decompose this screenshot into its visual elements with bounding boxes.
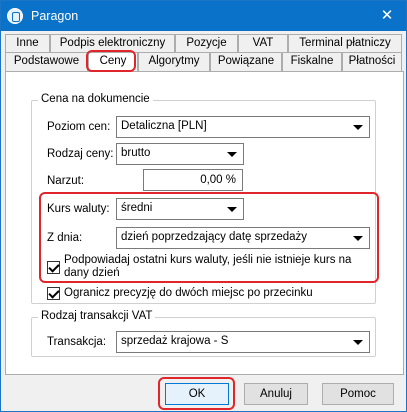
- narzut-input[interactable]: 0,00 %: [143, 169, 243, 191]
- title-bar: Paragon ✕: [1, 1, 406, 31]
- poziom-cen-select[interactable]: Detaliczna [PLN]: [116, 116, 370, 138]
- z-dnia-label: Z dnia:: [47, 232, 83, 244]
- tab-inne[interactable]: Inne: [5, 34, 50, 53]
- dialog-window: Paragon ✕ Inne Podpis elektroniczny Pozy…: [0, 0, 407, 412]
- transakcja-value: sprzedaż krajowa - S: [121, 335, 229, 347]
- tab-pozycje[interactable]: Pozycje: [175, 34, 238, 53]
- help-button[interactable]: Pomoc: [322, 383, 394, 405]
- tab-vat[interactable]: VAT: [238, 34, 288, 53]
- tab-podstawowe[interactable]: Podstawowe: [5, 52, 88, 71]
- precision-checkbox[interactable]: [47, 287, 60, 300]
- narzut-label: Narzut:: [47, 175, 85, 187]
- tab-terminal-platniczy[interactable]: Terminal płatniczy: [288, 34, 402, 53]
- kurs-waluty-value: średni: [121, 202, 153, 214]
- z-dnia-select[interactable]: dzień poprzedzający datę sprzedaży: [116, 227, 370, 249]
- tab-powiazane[interactable]: Powiązane: [210, 52, 282, 71]
- chevron-down-icon: [227, 207, 237, 212]
- tab-platnosci[interactable]: Płatności: [342, 52, 402, 71]
- tab-algorytmy[interactable]: Algorytmy: [138, 52, 210, 71]
- tab-podpis-elektroniczny[interactable]: Podpis elektroniczny: [50, 34, 175, 53]
- rodzaj-ceny-label: Rodzaj ceny:: [47, 148, 114, 160]
- price-group-title: Cena na dokumencie: [38, 93, 153, 105]
- tab-ceny[interactable]: Ceny: [88, 52, 138, 72]
- poziom-cen-value: Detaliczna [PLN]: [121, 120, 207, 132]
- window-title: Paragon: [31, 9, 79, 23]
- rodzaj-ceny-value: brutto: [121, 147, 151, 159]
- suggest-rate-checkbox[interactable]: [47, 261, 60, 274]
- tab-content-panel: Cena na dokumencie Poziom cen: Detaliczn…: [5, 71, 404, 375]
- poziom-cen-label: Poziom cen:: [47, 121, 111, 133]
- vat-group-title: Rodzaj transakcji VAT: [38, 310, 156, 322]
- tab-fiskalne[interactable]: Fiskalne: [282, 52, 342, 71]
- z-dnia-value: dzień poprzedzający datę sprzedaży: [121, 231, 308, 243]
- app-icon: [7, 8, 23, 24]
- rodzaj-ceny-select[interactable]: brutto: [116, 143, 244, 165]
- chevron-down-icon: [227, 152, 237, 157]
- ok-button[interactable]: OK: [165, 383, 229, 405]
- chevron-down-icon: [353, 236, 363, 241]
- transakcja-label: Transakcja:: [47, 336, 107, 348]
- chevron-down-icon: [353, 125, 363, 130]
- transakcja-select[interactable]: sprzedaż krajowa - S: [116, 331, 370, 353]
- precision-label: Ogranicz precyzję do dwóch miejsc po prz…: [64, 287, 313, 299]
- suggest-rate-label-line2: dany dzień: [64, 267, 120, 279]
- kurs-waluty-label: Kurs waluty:: [47, 203, 110, 215]
- suggest-rate-label-line1: Podpowiadaj ostatni kurs waluty, jeśli n…: [64, 254, 352, 266]
- kurs-waluty-select[interactable]: średni: [116, 198, 244, 220]
- cancel-button[interactable]: Anuluj: [244, 383, 308, 405]
- chevron-down-icon: [353, 340, 363, 345]
- close-icon[interactable]: ✕: [368, 1, 406, 31]
